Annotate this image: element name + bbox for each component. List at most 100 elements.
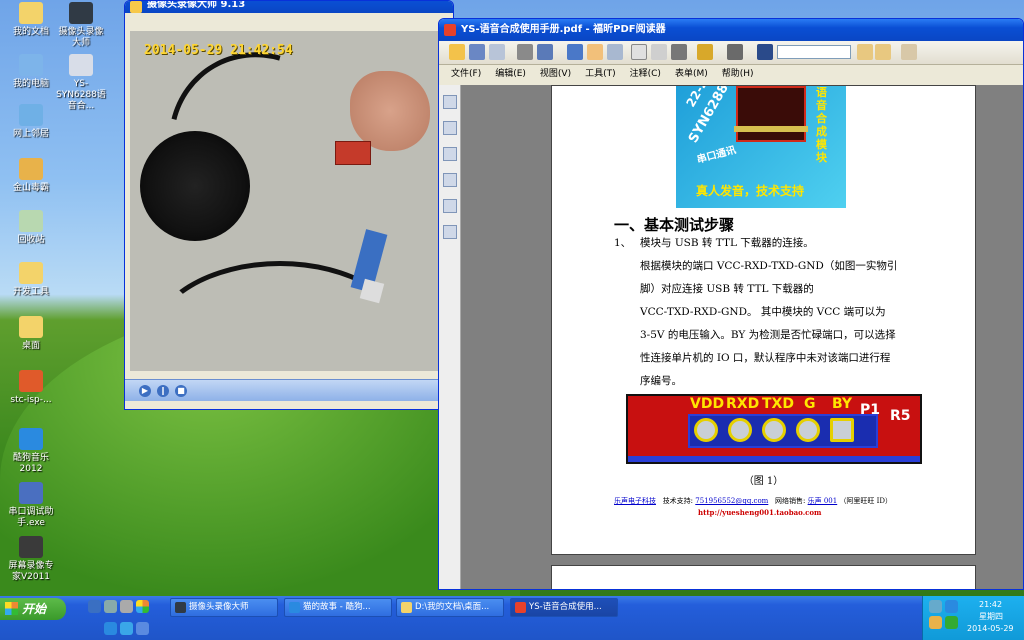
task-label: 猫的故事 - 酷狗...: [303, 602, 371, 612]
menu-item[interactable]: 工具(T): [585, 65, 616, 83]
desktop-icon[interactable]: 摄像头录像大师: [56, 2, 106, 49]
comments-panel-icon[interactable]: [442, 173, 457, 187]
camera-window[interactable]: 摄像头录像大师 9.13 2014-05-29 21:42:54 ▶ ‖ ■: [124, 0, 454, 410]
taskbar-task[interactable]: 猫的故事 - 酷狗...: [284, 598, 392, 617]
quicklaunch-app-icon[interactable]: [88, 600, 101, 613]
desktop-icon-label: 串口调试助手.exe: [8, 507, 54, 528]
menu-item[interactable]: 文件(F): [451, 65, 481, 83]
pcb-pin: [830, 418, 854, 442]
text-icon[interactable]: [651, 44, 667, 60]
taskbar-task[interactable]: D:\我的文档\桌面...: [396, 598, 504, 617]
quicklaunch-app-icon[interactable]: [104, 600, 117, 613]
start-button[interactable]: 开始: [0, 598, 66, 620]
pcb-pin: [728, 418, 752, 442]
menu-item[interactable]: 表单(M): [675, 65, 708, 83]
tray-app-icon[interactable]: [945, 616, 958, 629]
tray-app-icon[interactable]: [929, 600, 942, 613]
footer-url[interactable]: http://yuesheng001.taobao.com: [698, 508, 821, 517]
desktop-icon[interactable]: YS-SYN6288语音合...: [56, 54, 106, 112]
desktop-icon[interactable]: stc-isp-...: [6, 370, 56, 406]
desktop-icon[interactable]: 串口调试助手.exe: [6, 482, 56, 529]
snapshot-icon[interactable]: [607, 44, 623, 60]
document-area[interactable]: SYN6288 22-2 语音合成模块 串口通讯 真人发音，技术支持 一、基本测…: [461, 85, 1023, 589]
body-line: 脚）对应连接 USB 转 TTL 下载器的: [640, 283, 814, 295]
clock-date[interactable]: 2014-05-29: [967, 624, 1014, 633]
quicklaunch-app-icon[interactable]: [136, 600, 149, 613]
fit-icon[interactable]: [567, 44, 583, 60]
search-input[interactable]: [777, 45, 851, 59]
desktop-icon[interactable]: 酷狗音乐 2012: [6, 428, 56, 475]
signatures-panel-icon[interactable]: [442, 225, 457, 239]
find-next-icon[interactable]: [875, 44, 891, 60]
camera-app-icon: [130, 1, 142, 13]
menu-item[interactable]: 注释(C): [630, 65, 661, 83]
desktop-icon-label: 摄像头录像大师: [58, 27, 104, 48]
footer-company-link[interactable]: 乐声电子科技: [614, 497, 656, 505]
pcb-label-r5: R5: [890, 408, 911, 424]
pdf-window-titlebar[interactable]: YS-语音合成使用手册.pdf - 福昕PDF阅读器: [439, 19, 1023, 41]
desktop-icon[interactable]: 开发工具: [6, 262, 56, 298]
desktop-icon[interactable]: 我的文档: [6, 2, 56, 38]
quicklaunch-app-icon[interactable]: [120, 600, 133, 613]
stamp-icon[interactable]: [697, 44, 713, 60]
pause-icon[interactable]: ‖: [157, 385, 169, 397]
taskbar-task[interactable]: YS-语音合成使用...: [510, 598, 618, 617]
taskbar: 开始 摄像头录像大师 猫的故事 - 酷狗... D:\我的文档\桌面... YS-语音…: [0, 596, 1024, 640]
play-icon[interactable]: ▶: [139, 385, 151, 397]
footer-store-note: （阿里旺旺 ID）: [839, 497, 893, 505]
logo-module-name: 语音合成模块: [816, 86, 827, 164]
tools-icon[interactable]: [727, 44, 743, 60]
layers-panel-icon[interactable]: [442, 147, 457, 161]
task-label: D:\我的文档\桌面...: [415, 602, 490, 612]
camera-video-view[interactable]: 2014-05-29 21:42:54: [130, 31, 440, 371]
pcb-pin: [694, 418, 718, 442]
hand-tool-icon[interactable]: [587, 44, 603, 60]
desktop-icon[interactable]: 我的电脑: [6, 54, 56, 90]
find-prev-icon[interactable]: [857, 44, 873, 60]
desktop-icon[interactable]: 桌面: [6, 316, 56, 352]
bookmarks-panel-icon[interactable]: [442, 121, 457, 135]
menu-item[interactable]: 帮助(H): [722, 65, 754, 83]
desktop-icon-image: [19, 158, 43, 180]
taskbar-task[interactable]: 摄像头录像大师: [170, 598, 278, 617]
desktop-icon-image: [19, 2, 43, 24]
video-timestamp: 2014-05-29 21:42:54: [144, 43, 293, 58]
save-icon[interactable]: [469, 44, 485, 60]
footer-email-link[interactable]: 751956552@qq.com: [695, 497, 768, 505]
screen-icon[interactable]: [537, 44, 553, 60]
windows-flag-icon: [5, 602, 18, 615]
clock-time[interactable]: 21:42: [979, 600, 1002, 609]
tray-app-icon[interactable]: [929, 616, 942, 629]
desktop-icon[interactable]: 金山毒霸: [6, 158, 56, 194]
quicklaunch-ie-icon[interactable]: [120, 622, 133, 635]
pdf-toolbar: [439, 41, 1023, 65]
camera-window-title: 摄像头录像大师 9.13: [147, 0, 246, 10]
task-app-icon: [289, 602, 300, 613]
clock-day[interactable]: 星期四: [979, 611, 1003, 622]
pdf-window[interactable]: YS-语音合成使用手册.pdf - 福昕PDF阅读器 文件(F) 编辑(E) 视图(…: [438, 18, 1024, 590]
quicklaunch-ie-icon[interactable]: [104, 622, 117, 635]
tray-app-icon[interactable]: [945, 600, 958, 613]
camera-window-titlebar[interactable]: 摄像头录像大师 9.13: [125, 0, 453, 13]
select-icon[interactable]: [631, 44, 647, 60]
page-footer: 乐声电子科技 技术支持: 751956552@qq.com 网络销售: 乐声 0…: [614, 496, 892, 517]
email-icon[interactable]: [489, 44, 505, 60]
menu-item[interactable]: 编辑(E): [495, 65, 526, 83]
desktop-icon[interactable]: 屏幕录像专家V2011: [6, 536, 56, 583]
desktop-icon-image: [19, 210, 43, 232]
desktop-icon[interactable]: 回收站: [6, 210, 56, 246]
stop-icon[interactable]: ■: [175, 385, 187, 397]
desktop-icon[interactable]: 网上邻居: [6, 104, 56, 140]
print-icon[interactable]: [517, 44, 533, 60]
system-tray: 21:42 星期四 2014-05-29: [922, 596, 1024, 640]
footer-store-link[interactable]: 乐声 001: [808, 497, 838, 505]
attachments-panel-icon[interactable]: [442, 199, 457, 213]
menu-item[interactable]: 视图(V): [540, 65, 571, 83]
open-icon[interactable]: [449, 44, 465, 60]
find-icon[interactable]: [757, 44, 773, 60]
tools-menu-icon[interactable]: [901, 44, 917, 60]
quicklaunch-desktop-icon[interactable]: [136, 622, 149, 635]
desktop-icon-label: 屏幕录像专家V2011: [8, 561, 54, 582]
pages-panel-icon[interactable]: [442, 95, 457, 109]
camera-icon[interactable]: [671, 44, 687, 60]
